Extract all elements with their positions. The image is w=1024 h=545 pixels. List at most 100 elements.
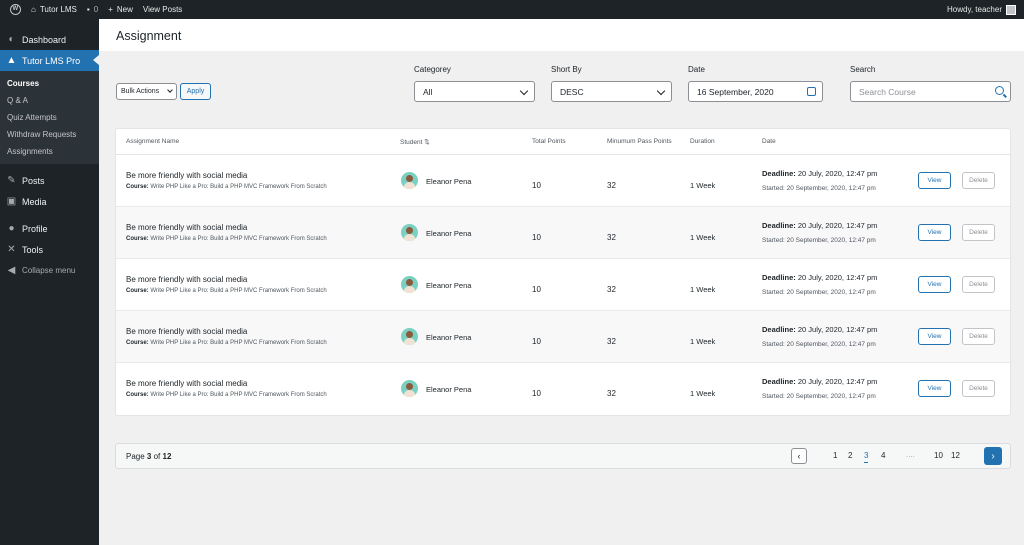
total-points: 10 [532,337,541,346]
course-name: Course: Write PHP Like a Pro: Build a PH… [126,236,327,242]
comments-link[interactable]: ▪ 0 [87,5,98,14]
page-4-link[interactable]: 4 [881,451,885,460]
col-total-points: Total Points [532,138,566,145]
site-name-link[interactable]: ⌂ Tutor LMS [31,5,77,14]
search-input[interactable]: Search Course [850,81,1011,102]
view-button[interactable]: View [918,380,951,397]
page-2-link[interactable]: 2 [848,451,852,460]
assignments-table: Assignment Name Student ⇅ Total Points M… [115,128,1011,416]
new-content-link[interactable]: + New [108,5,133,14]
started: Started: 20 September, 2020, 12:47 pm [762,237,876,244]
total-points: 10 [532,233,541,242]
submenu-withdraw-requests[interactable]: Withdraw Requests [0,126,99,143]
user-menu[interactable]: Howdy, teacher [947,4,1016,15]
student-name: Eleanor Pena [426,281,472,290]
pagination-ellipsis: .... [906,450,915,459]
total-points: 10 [532,285,541,294]
wrench-icon: ✕ [7,244,16,255]
duration: 1 Week [690,389,716,398]
deadline: Deadline: 20 July, 2020, 12:47 pm [762,221,878,230]
next-page-button[interactable]: › [984,447,1002,465]
avatar [1006,4,1016,15]
delete-button[interactable]: Delete [962,224,995,241]
pass-points: 32 [607,285,616,294]
view-posts-link[interactable]: View Posts [143,5,182,14]
delete-button[interactable]: Delete [962,328,995,345]
sidebar-item-tutor-lms[interactable]: ▲ Tutor LMS Pro [0,50,99,71]
page-12-link[interactable]: 12 [951,451,960,460]
col-student[interactable]: Student ⇅ [400,138,430,146]
deadline: Deadline: 20 July, 2020, 12:47 pm [762,273,878,282]
submenu-courses[interactable]: Courses [0,75,99,92]
submenu-assignments[interactable]: Assignments [0,143,99,160]
duration: 1 Week [690,181,716,190]
submenu-quiz-attempts[interactable]: Quiz Attempts [0,109,99,126]
page-indicator: Page 3 of 12 [126,452,172,461]
sort-select[interactable]: DESC [551,81,672,102]
date-label: Date [688,65,705,74]
bulk-actions-select[interactable]: Bulk Actions [116,83,177,100]
started: Started: 20 September, 2020, 12:47 pm [762,341,876,348]
delete-button[interactable]: Delete [962,380,995,397]
sidebar-item-posts[interactable]: ✎ Posts [0,170,99,191]
sidebar-item-dashboard[interactable]: ◐ Dashboard [0,29,99,50]
date-input[interactable]: 16 September, 2020 [688,81,823,102]
delete-button[interactable]: Delete [962,172,995,189]
sidebar-item-tools[interactable]: ✕ Tools [0,239,99,260]
pass-points: 32 [607,181,616,190]
page-3-link[interactable]: 3 [864,451,869,463]
page-10-link[interactable]: 10 [934,451,943,460]
prev-page-button[interactable]: ‹ [791,448,807,464]
deadline: Deadline: 20 July, 2020, 12:47 pm [762,377,878,386]
pin-icon: ✎ [7,175,16,186]
pass-points: 32 [607,389,616,398]
col-duration: Duration [690,138,715,145]
col-assignment-name: Assignment Name [126,138,180,145]
user-icon: ● [8,223,15,234]
started: Started: 20 September, 2020, 12:47 pm [762,289,876,296]
sidebar-item-profile[interactable]: ● Profile [0,218,99,239]
table-row: Be more friendly with social media Cours… [116,207,1010,259]
comment-icon: ▪ [86,5,90,14]
table-row: Be more friendly with social media Cours… [116,259,1010,311]
assignment-name: Be more friendly with social media [126,223,248,232]
col-date: Date [762,138,776,145]
home-icon: ⌂ [31,5,36,14]
student-name: Eleanor Pena [426,177,472,186]
duration: 1 Week [690,337,716,346]
view-button[interactable]: View [918,276,951,293]
view-button[interactable]: View [918,328,951,345]
page-1-link[interactable]: 1 [833,451,837,460]
table-row: Be more friendly with social media Cours… [116,363,1010,415]
table-row: Be more friendly with social media Cours… [116,155,1010,207]
calendar-icon[interactable] [807,87,816,96]
page-header: Assignment [99,19,1024,51]
pagination: Page 3 of 12 ‹ 1 2 3 4 .... 10 12 › [115,443,1011,469]
admin-bar: ⌂Tutor LMS ▪0 +New View Posts Howdy, tea… [0,0,1024,19]
delete-button[interactable]: Delete [962,276,995,293]
wordpress-logo-icon[interactable] [10,4,21,15]
dashboard-icon: ◐ [8,34,15,45]
view-button[interactable]: View [918,224,951,241]
search-icon[interactable] [995,86,1004,95]
duration: 1 Week [690,233,716,242]
submenu-qa[interactable]: Q & A [0,92,99,109]
graduation-cap-icon: ▲ [6,55,17,66]
total-points: 10 [532,181,541,190]
assignment-name: Be more friendly with social media [126,171,248,180]
apply-button[interactable]: Apply [180,83,211,100]
sidebar-item-media[interactable]: ▣ Media [0,191,99,212]
collapse-icon: ◀ [7,265,16,276]
page-title: Assignment [116,29,182,43]
table-header: Assignment Name Student ⇅ Total Points M… [116,129,1010,155]
chevron-down-icon [519,86,529,96]
course-name: Course: Write PHP Like a Pro: Build a PH… [126,288,327,294]
category-select[interactable]: All [414,81,535,102]
chevron-down-icon [656,86,666,96]
avatar [401,328,418,345]
search-label: Search [850,65,876,74]
collapse-menu-button[interactable]: ◀ Collapse menu [0,260,99,281]
view-button[interactable]: View [918,172,951,189]
deadline: Deadline: 20 July, 2020, 12:47 pm [762,325,878,334]
sort-icon[interactable]: ⇅ [424,139,429,146]
